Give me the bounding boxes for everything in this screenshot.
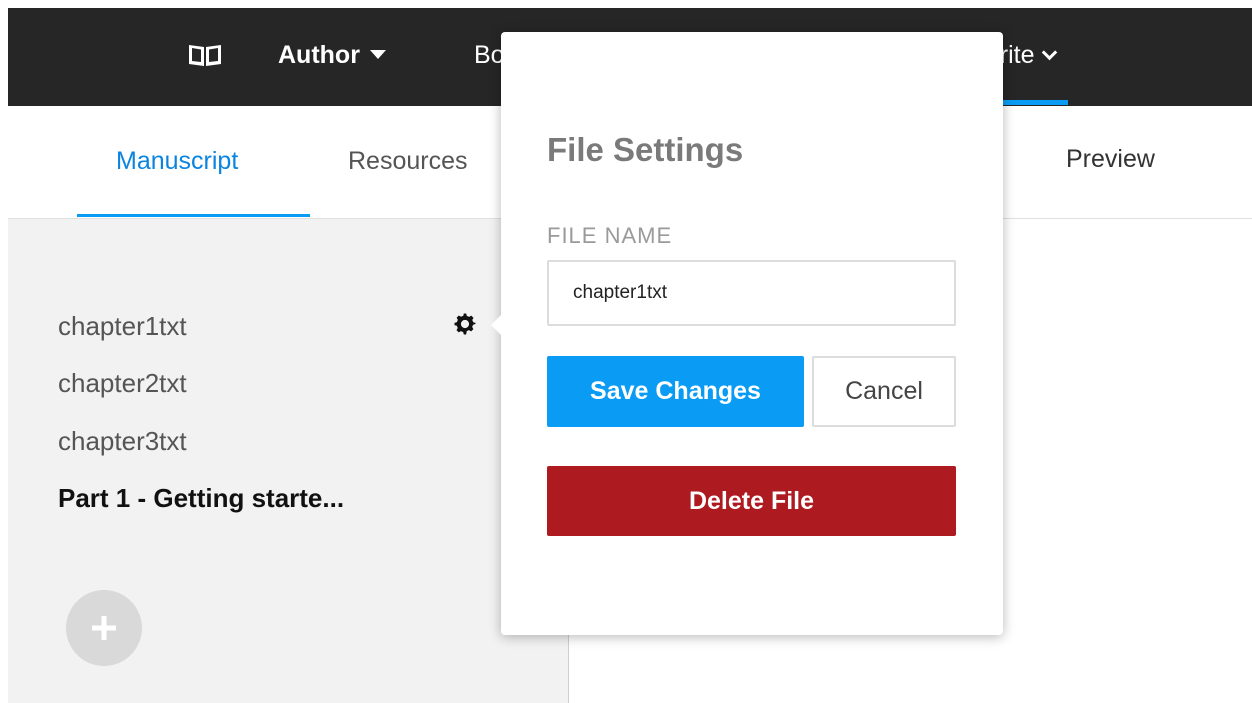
file-item-chapter1[interactable]: chapter1txt bbox=[58, 310, 187, 342]
sidebar-tabs: Manuscript Resources bbox=[8, 106, 568, 219]
delete-file-button[interactable]: Delete File bbox=[547, 466, 956, 536]
file-settings-popover: File Settings FILE NAME Save Changes Can… bbox=[491, 32, 1003, 635]
plus-icon bbox=[92, 616, 116, 640]
write-active-indicator bbox=[992, 100, 1068, 105]
author-menu[interactable]: Author bbox=[278, 40, 386, 70]
gear-icon[interactable] bbox=[451, 310, 479, 338]
file-item-chapter2[interactable]: chapter2txt bbox=[58, 367, 187, 399]
open-book-icon[interactable] bbox=[187, 42, 223, 68]
add-file-button[interactable] bbox=[66, 590, 142, 666]
save-changes-button[interactable]: Save Changes bbox=[547, 356, 804, 427]
books-menu-label: Bo bbox=[474, 41, 505, 69]
cancel-button[interactable]: Cancel bbox=[812, 356, 956, 427]
books-menu[interactable]: Bo bbox=[474, 40, 505, 70]
tab-preview[interactable]: Preview bbox=[1066, 144, 1155, 174]
popover-arrow bbox=[491, 315, 501, 335]
manuscript-sidebar: Manuscript Resources chapter1txt chapter… bbox=[8, 106, 569, 703]
file-name-label: FILE NAME bbox=[547, 223, 673, 248]
author-menu-label: Author bbox=[278, 41, 360, 69]
file-item-chapter3[interactable]: chapter3txt bbox=[58, 425, 187, 457]
tab-resources[interactable]: Resources bbox=[348, 146, 468, 176]
tab-manuscript[interactable]: Manuscript bbox=[116, 146, 238, 176]
file-name-input[interactable] bbox=[547, 260, 956, 326]
file-item-part1[interactable]: Part 1 - Getting starte... bbox=[58, 482, 344, 514]
caret-down-icon bbox=[369, 49, 386, 59]
chevron-down-icon bbox=[1042, 44, 1058, 61]
active-tab-indicator bbox=[77, 214, 310, 217]
popover-title: File Settings bbox=[547, 131, 744, 168]
editor-header: Preview bbox=[1002, 106, 1252, 219]
